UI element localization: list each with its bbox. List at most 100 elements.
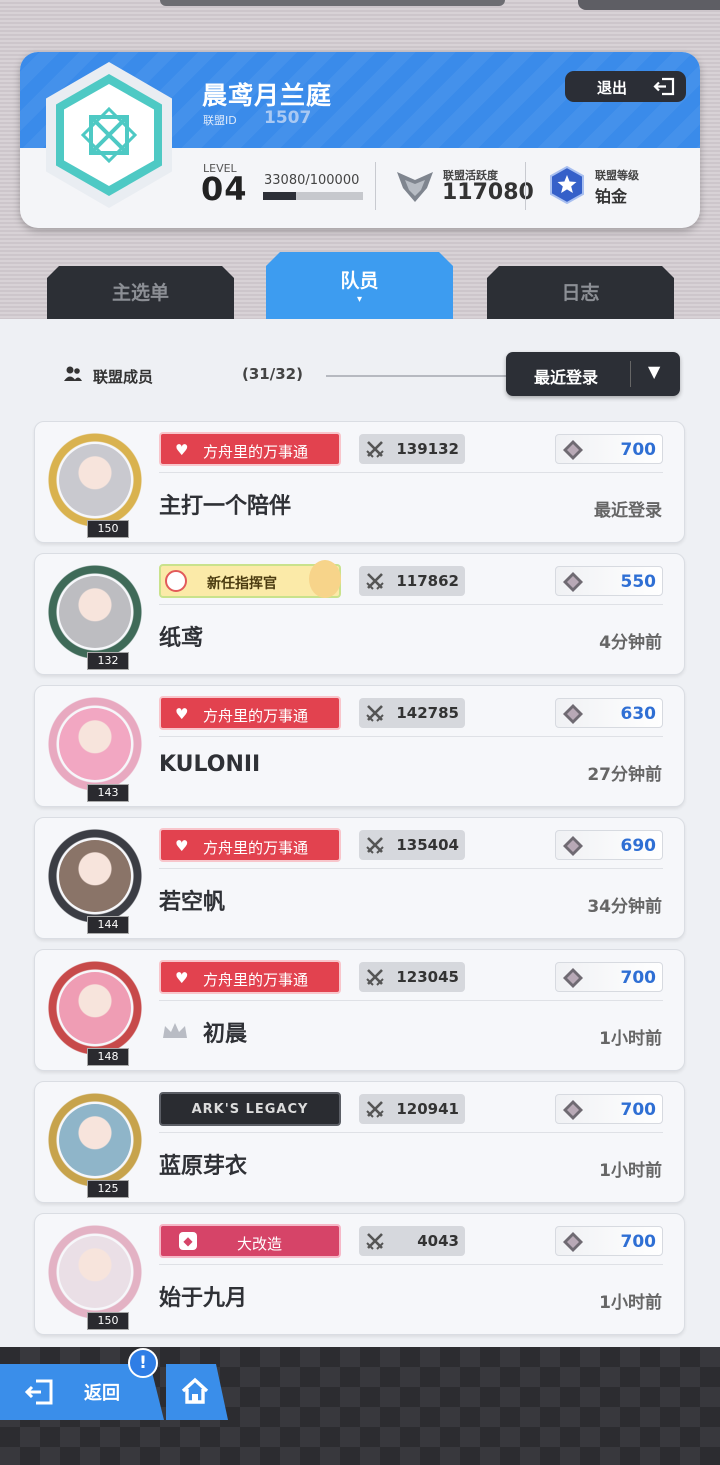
heart-icon: ♥ xyxy=(175,705,189,723)
alliance-level: 04 xyxy=(201,170,248,208)
divider xyxy=(159,1000,663,1001)
alliance-id-label: 联盟ID xyxy=(203,114,237,127)
crown-icon xyxy=(163,1023,187,1038)
diamond-icon xyxy=(563,704,583,724)
combat-power: 135404 xyxy=(359,830,465,860)
heart-icon: ♥ xyxy=(175,441,189,459)
member-card[interactable]: 144 ♥ 方舟里的万事通 135404 690 若空帆 34分钟前 xyxy=(34,817,685,939)
member-card[interactable]: 150 ♥ 方舟里的万事通 139132 700 主打一个陪伴 最近登录 xyxy=(34,421,685,543)
divider xyxy=(159,472,663,473)
avatar[interactable]: 150 xyxy=(47,432,143,538)
tab-log[interactable]: 日志 xyxy=(487,266,674,320)
exit-button[interactable]: 退出 xyxy=(565,71,686,102)
activity-wings-icon xyxy=(397,172,433,202)
member-name: 纸鸢 xyxy=(159,626,204,651)
combat-power: 4043 xyxy=(359,1226,465,1256)
level-badge: 143 xyxy=(87,784,129,802)
divider xyxy=(159,736,663,737)
avatar[interactable]: 144 xyxy=(47,828,143,934)
member-card[interactable]: 125 ARK'S LEGACY 120941 700 蓝原芽衣 1小时前 xyxy=(34,1081,685,1203)
title-badge: ♥ 方舟里的万事通 xyxy=(159,828,341,862)
last-login: 27分钟前 xyxy=(587,765,662,785)
back-button-label: 返回 xyxy=(84,1383,120,1404)
members-label: 联盟成员 xyxy=(93,368,154,386)
last-login: 1小时前 xyxy=(599,1029,662,1049)
title-badge: ♥ 方舟里的万事通 xyxy=(159,960,341,994)
donation-value: 690 xyxy=(620,836,657,856)
donation: 700 xyxy=(555,1094,663,1124)
donation: 700 xyxy=(555,1226,663,1256)
donation-value: 630 xyxy=(620,704,657,724)
avatar[interactable]: 132 xyxy=(47,564,143,670)
level-badge: 125 xyxy=(87,1180,129,1198)
cube-icon: ◆ xyxy=(179,1232,197,1250)
donation: 700 xyxy=(555,434,663,464)
sort-dropdown-label: 最近登录 xyxy=(534,368,599,387)
sort-dropdown[interactable]: 最近登录 ▼ xyxy=(506,352,680,396)
diamond-icon xyxy=(563,968,583,988)
member-card[interactable]: 143 ♥ 方舟里的万事通 142785 630 KULONII 27分钟前 xyxy=(34,685,685,807)
member-card[interactable]: 150 ◆ 大改造 4043 700 始于九月 1小时前 xyxy=(34,1213,685,1335)
mascot-icon xyxy=(309,560,341,598)
combat-power-value: 120941 xyxy=(396,1100,459,1118)
member-name: 始于九月 xyxy=(159,1286,248,1311)
divider xyxy=(375,162,376,210)
rank-label: 联盟等级 xyxy=(595,169,639,182)
level-badge: 150 xyxy=(87,1312,129,1330)
tab-main-menu[interactable]: 主选单 xyxy=(47,266,234,320)
crossed-swords-icon xyxy=(366,573,384,590)
alliance-emblem xyxy=(46,62,172,208)
title-badge: ♥ 方舟里的万事通 xyxy=(159,696,341,730)
last-login: 最近登录 xyxy=(594,501,662,521)
title-badge-text: 方舟里的万事通 xyxy=(203,839,309,857)
donation-value: 700 xyxy=(620,440,657,460)
diamond-icon xyxy=(563,572,583,592)
member-name: 若空帆 xyxy=(159,890,226,915)
tab-members-label: 队员 xyxy=(340,270,379,292)
avatar[interactable]: 148 xyxy=(47,960,143,1066)
avatar[interactable]: 150 xyxy=(47,1224,143,1330)
alliance-card: 晨鸢月兰庭 联盟ID 1507 退出 LEVEL 04 33080/100000… xyxy=(20,52,700,228)
divider-line xyxy=(326,375,512,377)
donation-value: 700 xyxy=(620,968,657,988)
last-login: 1小时前 xyxy=(599,1293,662,1313)
divider xyxy=(159,868,663,869)
member-name: KULONII xyxy=(159,752,261,777)
crossed-swords-icon xyxy=(366,1101,384,1118)
diamond-icon xyxy=(563,1100,583,1120)
member-card[interactable]: 148 ♥ 方舟里的万事通 123045 700 初晨 1小时前 xyxy=(34,949,685,1071)
donation: 690 xyxy=(555,830,663,860)
title-badge-text: 大改造 xyxy=(237,1235,283,1253)
crossed-swords-icon xyxy=(366,705,384,722)
title-badge-text: 新任指挥官 xyxy=(207,576,277,592)
title-badge: ARK'S LEGACY xyxy=(159,1092,341,1126)
combat-power: 142785 xyxy=(359,698,465,728)
title-badge: 新任指挥官 xyxy=(159,560,341,598)
avatar[interactable]: 143 xyxy=(47,696,143,802)
exit-icon xyxy=(653,77,675,96)
avatar[interactable]: 125 xyxy=(47,1092,143,1198)
diamond-icon xyxy=(563,440,583,460)
diamond-icon xyxy=(563,1232,583,1252)
combat-power-value: 4043 xyxy=(417,1232,459,1250)
back-icon xyxy=(24,1379,53,1405)
donation: 700 xyxy=(555,962,663,992)
combat-power-value: 117862 xyxy=(396,572,459,590)
member-card[interactable]: 132 新任指挥官 117862 550 纸鸢 4分钟前 xyxy=(34,553,685,675)
tab-members[interactable]: 队员 ▾ xyxy=(266,252,453,320)
alliance-emblem-icon xyxy=(80,106,138,164)
member-name: 初晨 xyxy=(203,1022,248,1047)
crossed-swords-icon xyxy=(366,441,384,458)
title-badge: ◆ 大改造 xyxy=(159,1224,341,1258)
popcorn-icon xyxy=(165,570,187,592)
donation: 630 xyxy=(555,698,663,728)
activity-value: 117080 xyxy=(442,180,534,205)
combat-power: 139132 xyxy=(359,434,465,464)
combat-power-value: 142785 xyxy=(396,704,459,722)
divider xyxy=(525,162,526,210)
last-login: 1小时前 xyxy=(599,1161,662,1181)
notification-badge[interactable]: ! xyxy=(128,1348,158,1378)
rank-value: 铂金 xyxy=(595,187,628,206)
divider xyxy=(159,1132,663,1133)
member-name: 蓝原芽衣 xyxy=(159,1154,248,1179)
